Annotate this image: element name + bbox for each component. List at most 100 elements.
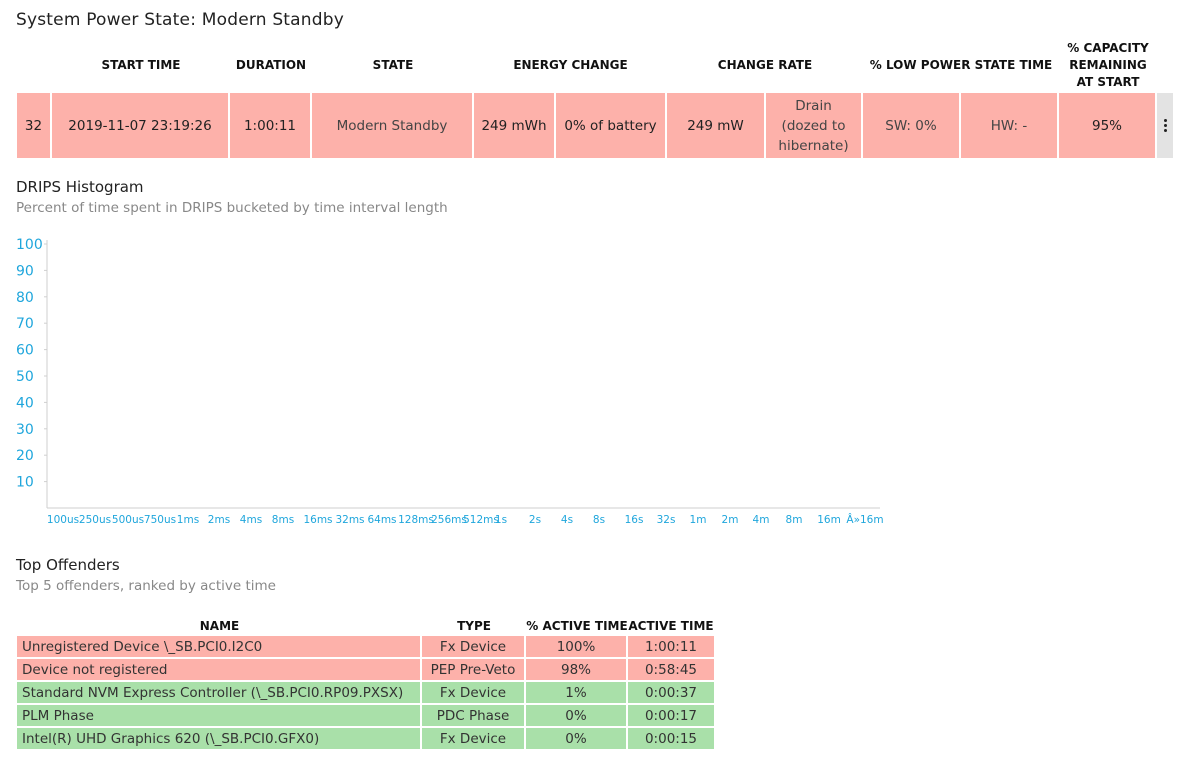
capacity-header-line2: REMAINING xyxy=(1069,57,1147,72)
offender-type: Fx Device xyxy=(422,636,524,657)
offender-name: PLM Phase xyxy=(17,705,420,726)
offender-type: Fx Device xyxy=(422,682,524,703)
session-rate-note: Drain (dozed to hibernate) xyxy=(766,93,861,158)
x-tick-label: 250us xyxy=(79,514,111,526)
offender-name: Device not registered xyxy=(17,659,420,680)
offender-active-time: 0:58:45 xyxy=(628,659,714,680)
x-tick-label: 2m xyxy=(722,514,739,526)
duration-header: DURATION xyxy=(235,57,307,72)
y-tick-label: 20 xyxy=(16,448,34,464)
state-header: STATE xyxy=(372,57,414,72)
offenders-title: Top Offenders xyxy=(16,556,120,574)
y-tick-label: 90 xyxy=(16,263,34,279)
offender-name: Standard NVM Express Controller (\_SB.PC… xyxy=(17,682,420,703)
table-row[interactable]: Unregistered Device \_SB.PCI0.I2C0 Fx De… xyxy=(17,636,716,657)
x-tick-label: 32ms xyxy=(335,514,364,526)
rate-note-line3: hibernate) xyxy=(778,137,849,154)
offender-active-time: 0:00:17 xyxy=(628,705,714,726)
session-energy-pct: 0% of battery xyxy=(556,93,665,158)
rate-note-line1: Drain xyxy=(795,97,832,114)
x-tick-label: 256ms xyxy=(431,514,467,526)
y-tick-label: 80 xyxy=(16,290,34,306)
change-rate-header: CHANGE RATE xyxy=(717,57,813,72)
offender-name: Intel(R) UHD Graphics 620 (\_SB.PCI0.GFX… xyxy=(17,728,420,749)
offender-pct: 100% xyxy=(526,636,626,657)
offender-active-time: 0:00:15 xyxy=(628,728,714,749)
x-tick-label: 8m xyxy=(786,514,803,526)
session-sw: SW: 0% xyxy=(863,93,959,158)
x-tick-label: 64ms xyxy=(367,514,396,526)
session-energy-mwh: 249 mWh xyxy=(474,93,554,158)
y-tick-label: 10 xyxy=(16,475,34,491)
session-table-header: START TIME DURATION STATE ENERGY CHANGE … xyxy=(17,38,1157,92)
page-title: System Power State: Modern Standby xyxy=(16,10,345,30)
offender-active-time: 0:00:37 xyxy=(628,682,714,703)
offender-pct: 0% xyxy=(526,705,626,726)
capacity-header: % CAPACITY REMAINING AT START xyxy=(1059,38,1157,92)
name-header: NAME xyxy=(199,619,240,633)
y-tick-label: 30 xyxy=(16,422,34,438)
offender-pct: 1% xyxy=(526,682,626,703)
x-tick-label: 2s xyxy=(529,514,541,526)
x-tick-label: 16m xyxy=(817,514,841,526)
x-tick-label: 8ms xyxy=(272,514,294,526)
y-tick-label: 100 xyxy=(16,237,43,253)
session-start-time: 2019-11-07 23:19:26 xyxy=(52,93,228,158)
x-tick-label: 4m xyxy=(753,514,770,526)
low-power-header: % LOW POWER STATE TIME xyxy=(869,57,1053,72)
x-tick-label: 8s xyxy=(593,514,605,526)
histogram-subtitle: Percent of time spent in DRIPS bucketed … xyxy=(16,200,448,216)
table-row[interactable]: PLM Phase PDC Phase 0% 0:00:17 xyxy=(17,705,716,726)
y-tick-label: 70 xyxy=(16,316,34,332)
x-tick-label: Â»16m xyxy=(846,513,883,526)
x-tick-label: 16s xyxy=(625,514,644,526)
x-tick-label: 16ms xyxy=(303,514,332,526)
x-tick-label: 500us xyxy=(112,514,144,526)
more-vertical-icon[interactable] xyxy=(1157,93,1173,158)
offenders-table-header: NAME TYPE % ACTIVE TIME ACTIVE TIME xyxy=(17,616,714,636)
x-tick-label: 128ms xyxy=(398,514,434,526)
offender-type: PEP Pre-Veto xyxy=(422,659,524,680)
table-row[interactable]: Intel(R) UHD Graphics 620 (\_SB.PCI0.GFX… xyxy=(17,728,716,749)
x-tick-label: 2ms xyxy=(208,514,230,526)
offender-active-time: 1:00:11 xyxy=(628,636,714,657)
x-tick-label: 1m xyxy=(690,514,707,526)
capacity-header-line1: % CAPACITY xyxy=(1067,40,1149,55)
session-state: Modern Standby xyxy=(312,93,472,158)
x-tick-label: 512ms xyxy=(463,514,499,526)
x-tick-label: 100us xyxy=(47,514,79,526)
table-row[interactable]: Device not registered PEP Pre-Veto 98% 0… xyxy=(17,659,716,680)
pct-active-header: % ACTIVE TIME xyxy=(526,619,628,633)
active-time-header: ACTIVE TIME xyxy=(628,619,714,633)
offender-pct: 98% xyxy=(526,659,626,680)
session-row[interactable]: 32 2019-11-07 23:19:26 1:00:11 Modern St… xyxy=(17,93,1173,158)
capacity-header-line3: AT START xyxy=(1076,74,1140,89)
y-tick-label: 40 xyxy=(16,395,34,411)
type-header: TYPE xyxy=(457,619,491,633)
start-time-header: START TIME xyxy=(101,57,181,72)
x-tick-label: 750us xyxy=(144,514,176,526)
x-tick-label: 1s xyxy=(495,514,507,526)
index-header xyxy=(17,38,52,92)
table-row[interactable]: Standard NVM Express Controller (\_SB.PC… xyxy=(17,682,716,703)
offender-type: PDC Phase xyxy=(422,705,524,726)
offender-name: Unregistered Device \_SB.PCI0.I2C0 xyxy=(17,636,420,657)
offenders-subtitle: Top 5 offenders, ranked by active time xyxy=(16,578,276,594)
histogram-title: DRIPS Histogram xyxy=(16,178,144,196)
x-tick-label: 32s xyxy=(657,514,676,526)
rate-note-line2: (dozed to xyxy=(781,117,846,134)
energy-change-header: ENERGY CHANGE xyxy=(513,57,628,72)
session-change-rate: 249 mW xyxy=(667,93,764,158)
offenders-table: Unregistered Device \_SB.PCI0.I2C0 Fx De… xyxy=(17,636,716,751)
x-tick-label: 1ms xyxy=(177,514,199,526)
y-tick-label: 60 xyxy=(16,343,34,359)
offender-type: Fx Device xyxy=(422,728,524,749)
y-tick-label: 50 xyxy=(16,369,34,385)
session-duration: 1:00:11 xyxy=(230,93,310,158)
x-tick-label: 4ms xyxy=(240,514,262,526)
session-hw: HW: - xyxy=(961,93,1057,158)
drips-histogram-chart: 10 20 30 40 50 60 70 80 90 100 100us 250us 500us 750u… xyxy=(16,237,884,526)
x-tick-label: 4s xyxy=(561,514,573,526)
session-index: 32 xyxy=(17,93,50,158)
offender-pct: 0% xyxy=(526,728,626,749)
